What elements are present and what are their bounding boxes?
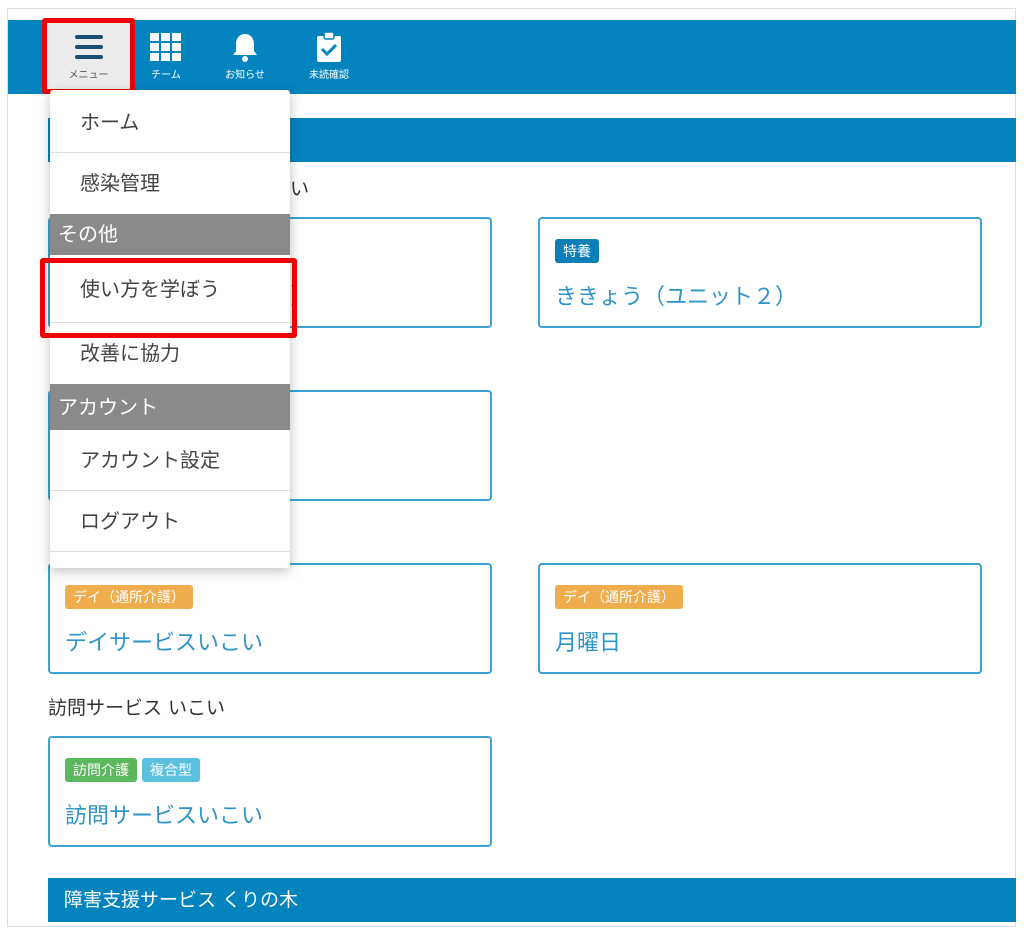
menu-item-home[interactable]: ホーム [50, 92, 290, 153]
highlight-box [40, 258, 297, 338]
badge-visit: 訪問介護 [65, 758, 137, 782]
card-name: ききょう（ユニット２） [555, 285, 798, 310]
menu-label: メニュー [68, 70, 109, 81]
notifications-label: お知らせ [225, 70, 265, 81]
badge-day: デイ（通所介護） [555, 585, 683, 609]
menu-item-infection[interactable]: 感染管理 [50, 153, 290, 214]
notifications-button[interactable]: お知らせ [210, 20, 280, 94]
card-name: デイサービスいこい [65, 631, 264, 656]
unread-check-label: 未読確認 [309, 70, 349, 81]
badge-tokuyo: 特養 [555, 239, 599, 263]
facility-card[interactable]: 訪問介護 複合型 訪問サービスいこい [48, 736, 492, 847]
facility-card[interactable]: デイ（通所介護） デイサービスいこい [48, 563, 492, 674]
unread-check-button[interactable]: 未読確認 [294, 20, 364, 94]
section-label: 訪問サービス いこい [48, 697, 226, 719]
menu-button[interactable]: メニュー [42, 18, 135, 94]
section-label: い [290, 178, 310, 200]
menu-header-account: アカウント [50, 384, 290, 430]
facility-card[interactable]: 特養 ききょう（ユニット２） [538, 217, 982, 328]
badge-day: デイ（通所介護） [65, 585, 193, 609]
team-button[interactable]: チーム [131, 20, 201, 94]
grid-icon [150, 33, 181, 61]
bell-icon [233, 34, 257, 62]
section-header: 障害支援サービス くりの木 [48, 878, 1016, 922]
clipboard-check-icon [317, 32, 341, 62]
menu-item-account-settings[interactable]: アカウント設定 [50, 430, 290, 491]
card-name: 訪問サービスいこい [65, 804, 264, 829]
menu-header-other: その他 [50, 214, 290, 255]
card-name: 月曜日 [555, 631, 622, 656]
menu-item-logout[interactable]: ログアウト [50, 491, 290, 552]
hamburger-icon [74, 35, 103, 59]
team-label: チーム [151, 70, 181, 81]
facility-card[interactable]: デイ（通所介護） 月曜日 [538, 563, 982, 674]
badge-complex: 複合型 [142, 758, 200, 782]
